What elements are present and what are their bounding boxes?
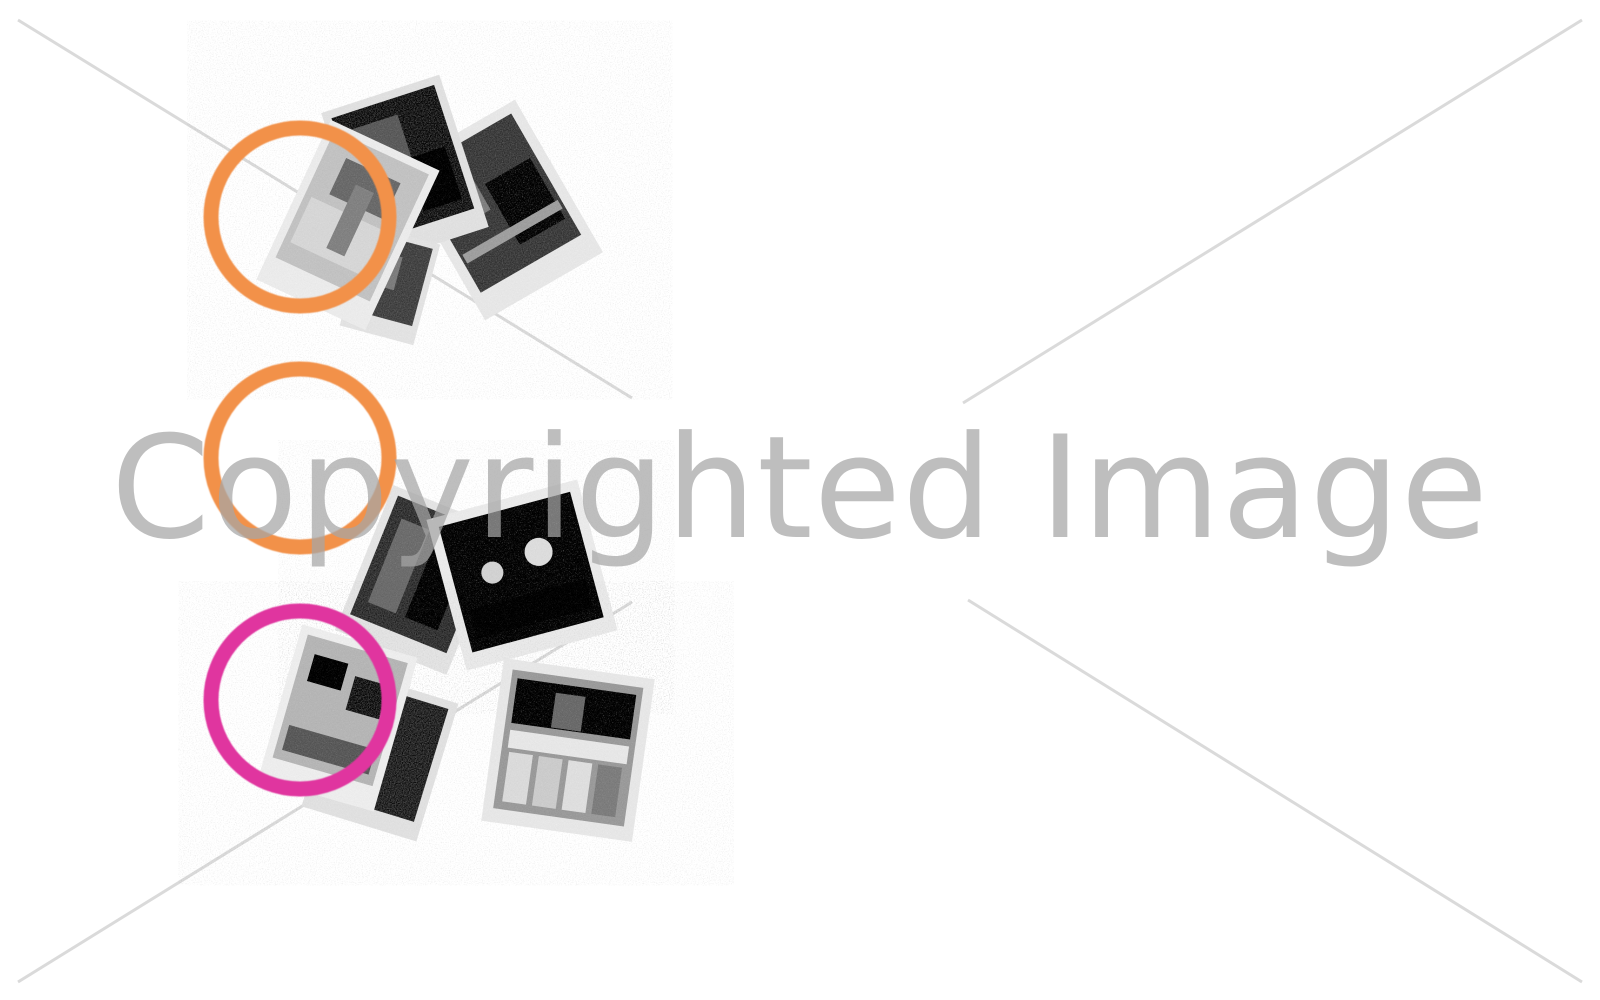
orange-ring-middle [203,361,397,555]
watermark-cross-lines [17,18,1583,984]
photo-print [481,658,655,842]
watermark-line-top-right [962,18,1583,405]
watermark-line-bottom-right [967,598,1583,984]
photo-cluster-bottom [258,624,655,842]
illustration-canvas [17,18,1583,984]
